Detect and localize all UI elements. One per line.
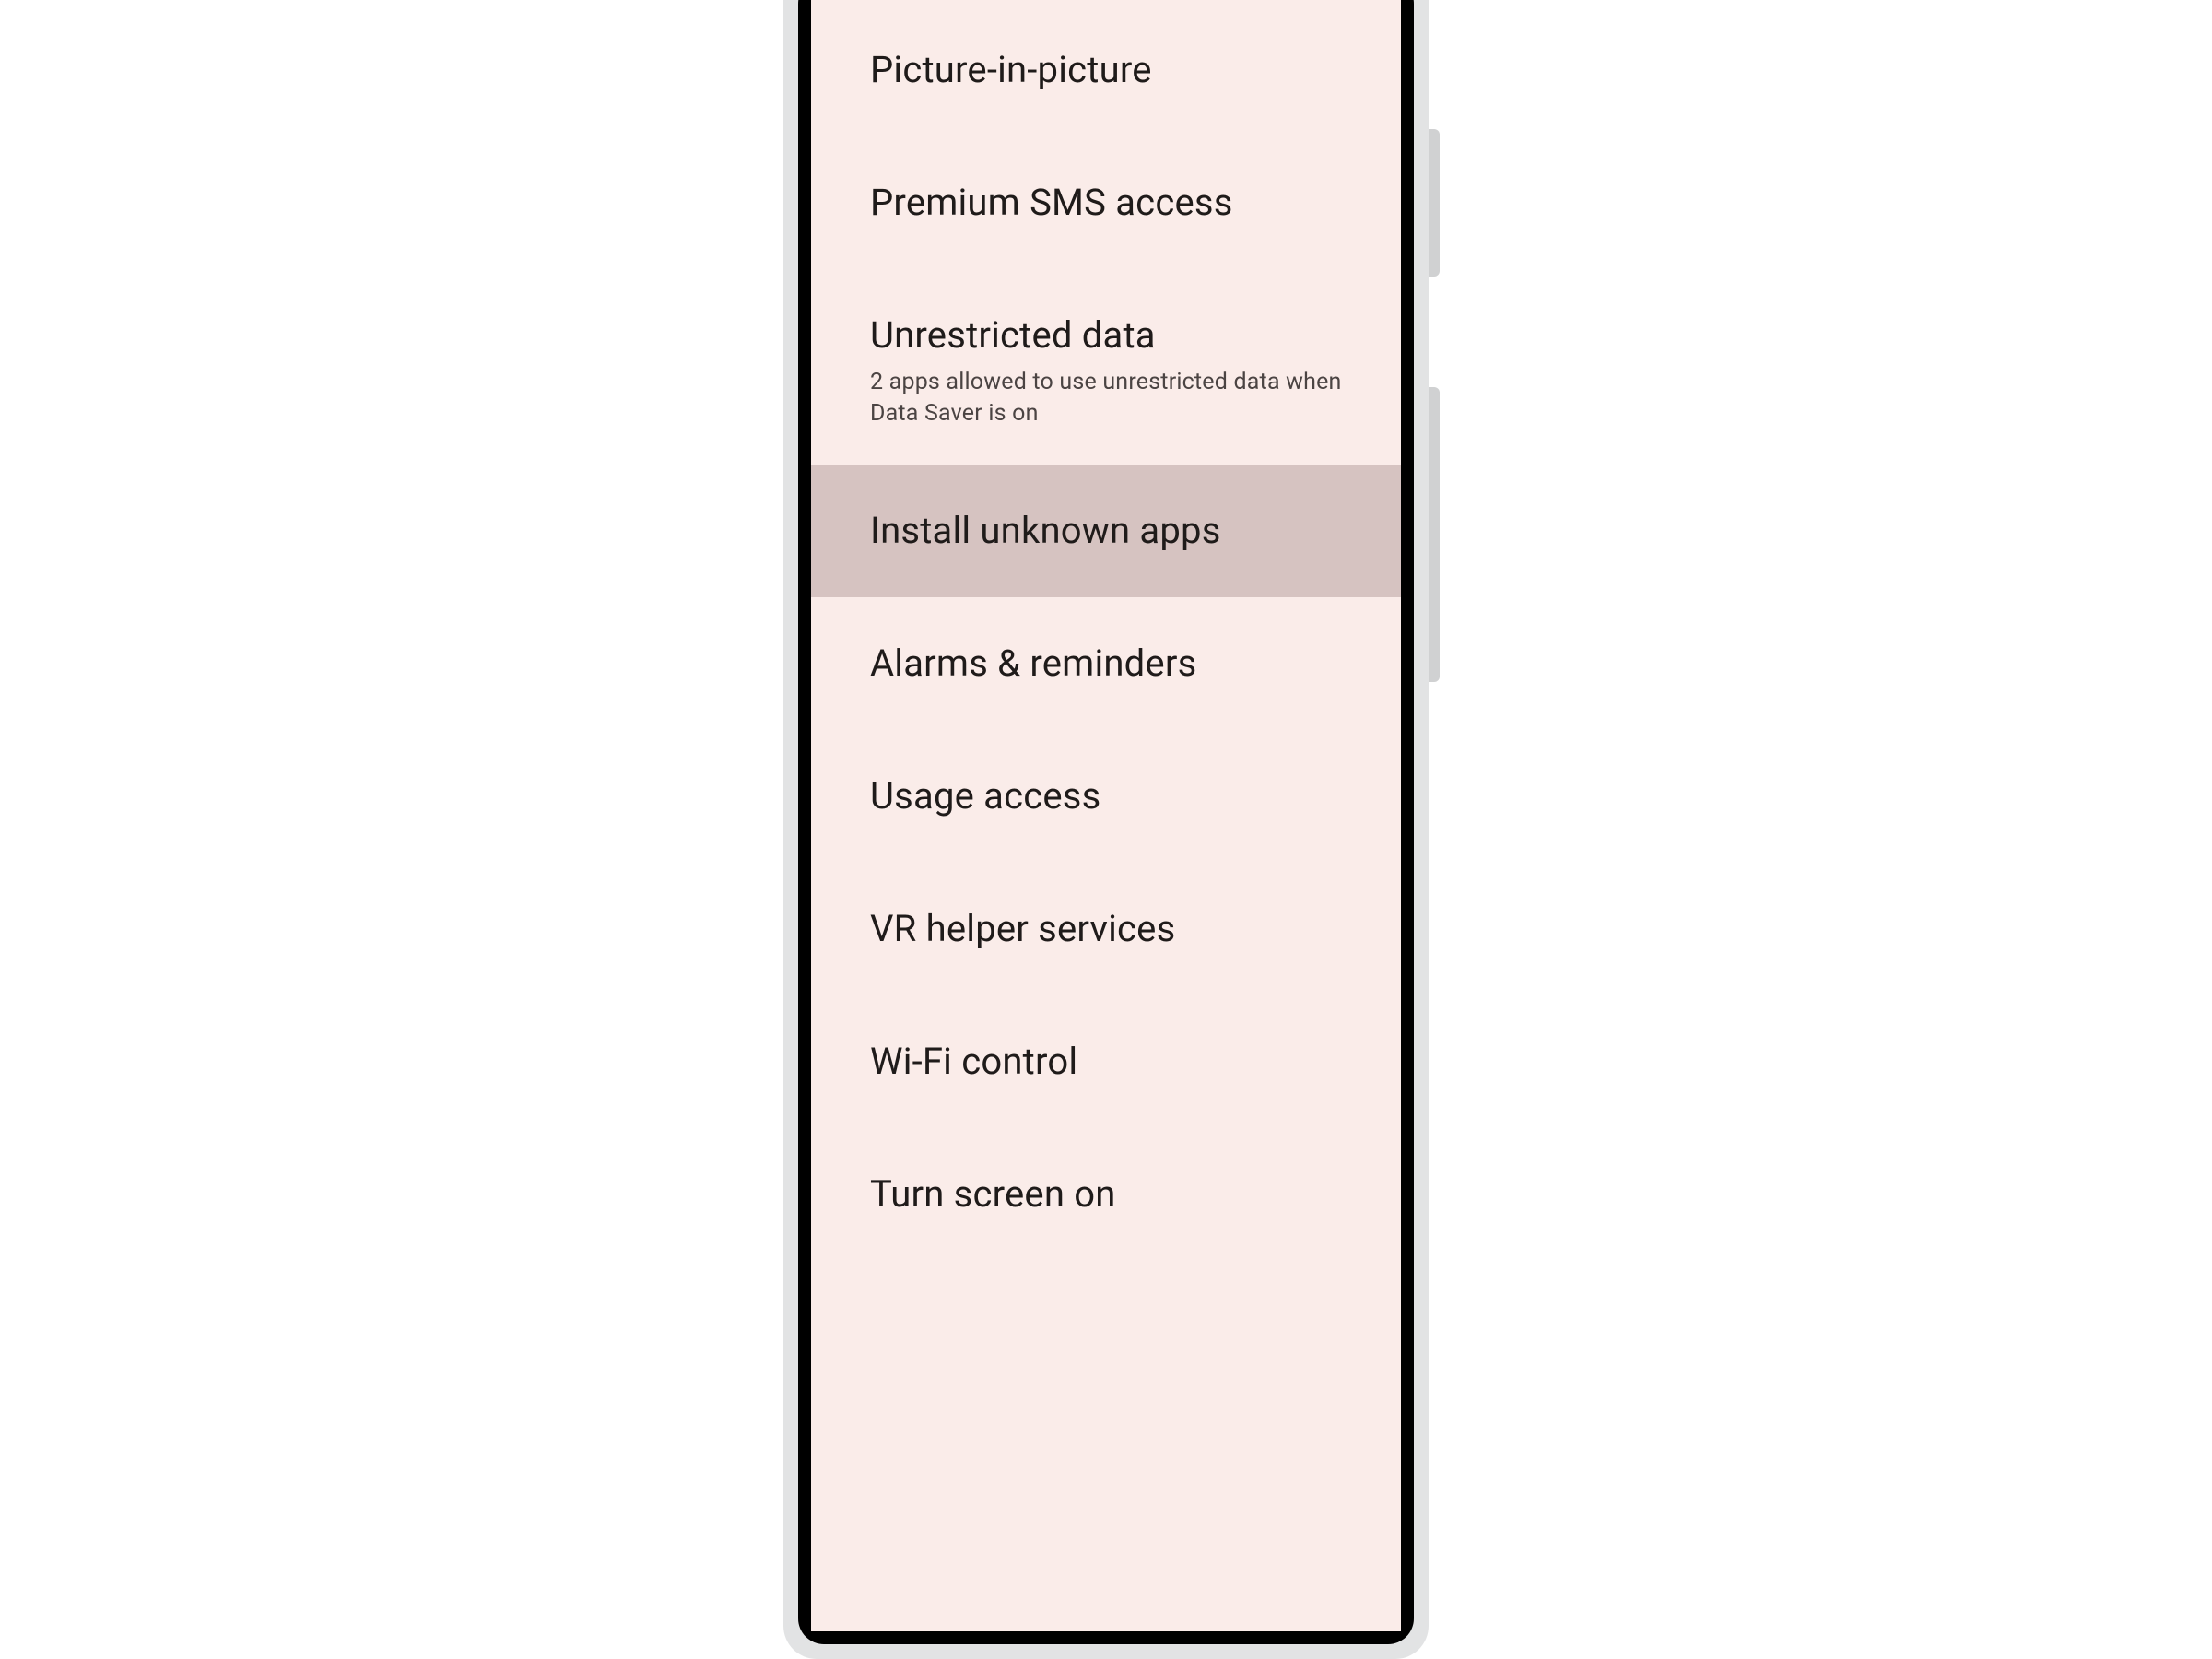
settings-item-title: Premium SMS access — [870, 181, 1342, 225]
settings-item-title: Usage access — [870, 774, 1342, 818]
phone-frame-inner: Picture-in-picture Premium SMS access Un… — [798, 0, 1414, 1644]
power-button — [1429, 387, 1440, 682]
settings-item-unrestricted-data[interactable]: Unrestricted data 2 apps allowed to use … — [811, 269, 1401, 465]
device-mockup: Picture-in-picture Premium SMS access Un… — [783, 0, 1429, 1659]
settings-item-title: Picture-in-picture — [870, 48, 1342, 92]
settings-item-turn-screen-on[interactable]: Turn screen on — [811, 1128, 1401, 1261]
settings-item-subtitle: 2 apps allowed to use unrestricted data … — [870, 367, 1342, 429]
settings-item-install-unknown-apps[interactable]: Install unknown apps — [811, 465, 1401, 597]
settings-item-title: Install unknown apps — [870, 509, 1342, 553]
settings-item-title: Unrestricted data — [870, 313, 1342, 358]
settings-item-title: Wi-Fi control — [870, 1040, 1342, 1084]
settings-item-vr-helper-services[interactable]: VR helper services — [811, 863, 1401, 995]
settings-item-title: VR helper services — [870, 907, 1342, 951]
settings-list[interactable]: Picture-in-picture Premium SMS access Un… — [811, 0, 1401, 1261]
settings-item-picture-in-picture[interactable]: Picture-in-picture — [811, 4, 1401, 136]
phone-screen: Picture-in-picture Premium SMS access Un… — [811, 0, 1401, 1631]
settings-item-wifi-control[interactable]: Wi-Fi control — [811, 995, 1401, 1128]
settings-item-premium-sms-access[interactable]: Premium SMS access — [811, 136, 1401, 269]
volume-button — [1429, 129, 1440, 276]
settings-item-alarms-reminders[interactable]: Alarms & reminders — [811, 597, 1401, 730]
settings-item-usage-access[interactable]: Usage access — [811, 730, 1401, 863]
settings-item-title: Turn screen on — [870, 1172, 1342, 1217]
settings-item-title: Alarms & reminders — [870, 641, 1342, 686]
phone-frame-outer: Picture-in-picture Premium SMS access Un… — [783, 0, 1429, 1659]
